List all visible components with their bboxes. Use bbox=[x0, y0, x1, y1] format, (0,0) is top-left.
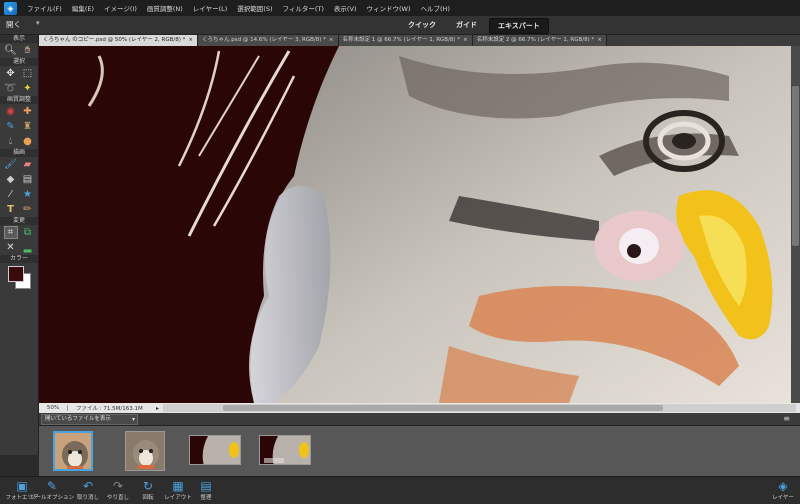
menu-layer[interactable]: レイヤー(L) bbox=[188, 3, 233, 13]
vertical-scrollbar-thumb[interactable] bbox=[792, 86, 799, 246]
blur-tool-icon[interactable]: 💧︎ bbox=[4, 135, 18, 148]
mode-bar: 開く ▾ クイック ガイド エキスパート bbox=[0, 16, 800, 35]
close-icon[interactable]: × bbox=[463, 37, 468, 43]
brush-tool-icon[interactable]: 🖌︎ bbox=[4, 158, 18, 171]
color-swatches bbox=[0, 263, 38, 289]
spot-healing-tool-icon[interactable]: ✚ bbox=[21, 105, 35, 118]
layers-button-label: レイヤー bbox=[772, 495, 794, 501]
tab-expert[interactable]: エキスパート bbox=[489, 18, 549, 34]
zoom-tool-icon[interactable]: 🔍︎ bbox=[4, 44, 18, 57]
move-tool-icon[interactable]: ✥ bbox=[4, 67, 18, 80]
doc-tab-label: くろちゃん.psd @ 14.6% (レイヤー 3, RGB/8) * bbox=[202, 37, 326, 43]
pencil-tool-icon[interactable]: ✏︎ bbox=[21, 203, 35, 216]
gradient-tool-icon[interactable]: ▤ bbox=[21, 173, 35, 186]
image-canvas[interactable] bbox=[39, 46, 791, 403]
toolbox-section-enhance: 画質調整 bbox=[0, 96, 38, 104]
organize-icon: ▤ bbox=[200, 479, 212, 493]
smart-brush-tool-icon[interactable]: ✎ bbox=[4, 120, 18, 133]
photo-bin bbox=[39, 426, 800, 476]
document-tabs: くろちゃん のコピー.psd @ 50% (レイヤー 2, RGB/8) * × … bbox=[39, 35, 800, 46]
tab-guided[interactable]: ガイド bbox=[448, 18, 485, 32]
straighten-tool-icon[interactable]: ▂ bbox=[21, 241, 35, 254]
layers-icon: ◈ bbox=[778, 479, 788, 493]
doc-tab[interactable]: くろちゃん.psd @ 14.6% (レイヤー 3, RGB/8) * × bbox=[198, 35, 339, 46]
menu-window[interactable]: ウィンドウ(W) bbox=[361, 3, 415, 13]
toolbox-section-draw: 描画 bbox=[0, 149, 38, 157]
status-arrow-icon[interactable]: ▸ bbox=[156, 405, 159, 412]
doc-tab-label: 名称未設定 2 @ 66.7% (レイヤー 1, RGB/8) * bbox=[476, 37, 595, 43]
bottom-taskbar: ▣ フォトエリア ✎ ツールオプション ↶ 取り消し ↷ やり直し ↻ 回転 ▦… bbox=[0, 476, 800, 504]
custom-shape-tool-icon[interactable]: ★ bbox=[21, 188, 35, 201]
chevron-down-icon: ▾ bbox=[131, 416, 135, 423]
photo-bin-thumbnail[interactable] bbox=[125, 431, 165, 471]
doc-tab[interactable]: くろちゃん のコピー.psd @ 50% (レイヤー 2, RGB/8) * × bbox=[39, 35, 199, 46]
eraser-tool-icon[interactable]: ▰ bbox=[21, 158, 35, 171]
close-icon[interactable]: × bbox=[329, 37, 334, 43]
painted-cat-thumbnail bbox=[190, 436, 240, 464]
vertical-scrollbar[interactable] bbox=[791, 46, 800, 403]
menu-help[interactable]: ヘルプ(H) bbox=[415, 3, 454, 13]
zoom-level-field[interactable]: 50% bbox=[39, 405, 68, 411]
menu-bar: ◈ ファイル(F) 編集(E) イメージ(I) 画質調整(N) レイヤー(L) … bbox=[0, 0, 800, 16]
photo-bin-thumbnail[interactable] bbox=[259, 435, 311, 465]
close-icon[interactable]: × bbox=[188, 37, 193, 43]
horizontal-scrollbar-thumb[interactable] bbox=[223, 405, 664, 411]
photo-bin-thumbnail[interactable] bbox=[53, 431, 93, 471]
marquee-tool-icon[interactable]: ⬚ bbox=[21, 67, 35, 80]
painted-cat-thumbnail bbox=[260, 436, 310, 464]
menu-filter[interactable]: フィルター(T) bbox=[278, 3, 329, 13]
file-size-info: ファイル : 71.5M/163.1M bbox=[76, 406, 143, 412]
doc-tab-label: 名称未設定 1 @ 66.7% (レイヤー 1, RGB/8) * bbox=[342, 37, 461, 43]
menu-image[interactable]: イメージ(I) bbox=[99, 3, 142, 13]
bin-menu-icon[interactable]: ≡ bbox=[783, 414, 790, 423]
content-aware-move-tool-icon[interactable]: ✕ bbox=[4, 241, 18, 254]
tab-quick[interactable]: クイック bbox=[400, 18, 444, 32]
painted-cat-image bbox=[39, 46, 791, 403]
toolbox: 表示 🔍︎ ✋︎ 選択 ✥ ⬚ ➰ ✦ 画質調整 ◉ ✚ ✎ ♜ 💧︎ ● 描画… bbox=[0, 35, 39, 455]
toolbox-section-select: 選択 bbox=[0, 58, 38, 66]
menu-view[interactable]: 表示(V) bbox=[329, 3, 362, 13]
app-logo-icon: ◈ bbox=[4, 1, 17, 15]
sponge-tool-icon[interactable]: ● bbox=[21, 135, 35, 148]
clone-stamp-tool-icon[interactable]: ♜ bbox=[21, 120, 35, 133]
paint-bucket-tool-icon[interactable]: ◆ bbox=[4, 173, 18, 186]
doc-tab[interactable]: 名称未設定 1 @ 66.7% (レイヤー 1, RGB/8) * × bbox=[338, 35, 473, 46]
photo-bin-header: 開いているファイルを表示 ▾ ≡ bbox=[39, 413, 800, 426]
doc-tab-label: くろちゃん のコピー.psd @ 50% (レイヤー 2, RGB/8) * bbox=[43, 37, 186, 43]
close-icon[interactable]: × bbox=[597, 37, 602, 43]
menu-edit[interactable]: 編集(E) bbox=[67, 3, 99, 13]
photo-bin-filter-label: 開いているファイルを表示 bbox=[45, 416, 111, 422]
magic-wand-tool-icon[interactable]: ✦ bbox=[21, 82, 35, 95]
mode-tabs: クイック ガイド エキスパート bbox=[400, 18, 553, 34]
lasso-tool-icon[interactable]: ➰ bbox=[4, 82, 18, 95]
type-tool-icon[interactable]: T bbox=[4, 203, 18, 216]
photo-bin-filter-select[interactable]: 開いているファイルを表示 ▾ bbox=[41, 414, 138, 425]
menu-enhance[interactable]: 画質調整(N) bbox=[142, 3, 188, 13]
open-button[interactable]: 開く bbox=[6, 19, 21, 30]
status-bar: 50% ファイル : 71.5M/163.1M ▸ bbox=[39, 403, 800, 413]
horizontal-scrollbar[interactable] bbox=[163, 404, 796, 412]
toolbox-section-color: カラー bbox=[0, 255, 38, 263]
doc-tab[interactable]: 名称未設定 2 @ 66.7% (レイヤー 1, RGB/8) * × bbox=[472, 35, 607, 46]
layers-button[interactable]: ◈ レイヤー bbox=[768, 479, 798, 501]
cat-photo-thumbnail bbox=[55, 433, 91, 469]
cat-photo-thumbnail bbox=[126, 432, 164, 470]
toolbox-section-modify: 変更 bbox=[0, 217, 38, 225]
menu-file[interactable]: ファイル(F) bbox=[22, 3, 67, 13]
toolbox-section-view: 表示 bbox=[0, 35, 38, 43]
photo-bin-thumbnail[interactable] bbox=[189, 435, 241, 465]
organize-button-label: 整理 bbox=[200, 495, 212, 501]
eyedropper-tool-icon[interactable]: ⁄ bbox=[4, 188, 18, 201]
menu-select[interactable]: 選択範囲(S) bbox=[232, 3, 277, 13]
open-dropdown-icon[interactable]: ▾ bbox=[36, 19, 40, 27]
foreground-color-swatch[interactable] bbox=[8, 266, 24, 282]
hand-tool-icon[interactable]: ✋︎ bbox=[21, 44, 35, 57]
organize-button[interactable]: ▤ 整理 bbox=[184, 479, 228, 501]
recompose-tool-icon[interactable]: ⧉ bbox=[21, 226, 35, 239]
red-eye-tool-icon[interactable]: ◉ bbox=[4, 105, 18, 118]
crop-tool-icon[interactable]: ⌗ bbox=[3, 226, 18, 239]
